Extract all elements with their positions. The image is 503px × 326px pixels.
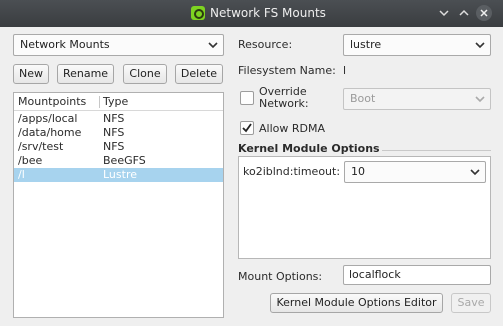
allow-rdma-label: Allow RDMA bbox=[259, 122, 325, 135]
save-button[interactable]: Save bbox=[451, 293, 491, 313]
table-row-selected[interactable]: /l Lustre bbox=[14, 168, 223, 182]
row-type: NFS bbox=[103, 112, 125, 125]
row-type: BeeGFS bbox=[103, 154, 146, 167]
resource-select[interactable]: lustre bbox=[343, 34, 491, 56]
network-fs-mounts-window: Network FS Mounts Network Mounts New Ren… bbox=[0, 0, 503, 326]
window-title: Network FS Mounts bbox=[210, 6, 326, 20]
minimize-button[interactable] bbox=[436, 5, 452, 21]
network-label: Network: bbox=[259, 97, 309, 110]
row-type: NFS bbox=[103, 140, 125, 153]
row-type: Lustre bbox=[103, 168, 137, 181]
table-row[interactable]: /bee BeeGFS bbox=[14, 154, 223, 168]
column-divider bbox=[99, 96, 100, 108]
network-select[interactable]: Boot bbox=[343, 88, 491, 110]
maximize-icon bbox=[459, 9, 469, 16]
table-row[interactable]: /data/home NFS bbox=[14, 126, 223, 140]
resource-label: Resource: bbox=[238, 38, 293, 51]
mount-options-input[interactable]: localflock bbox=[343, 265, 491, 285]
kernel-module-options-editor-button[interactable]: Kernel Module Options Editor bbox=[270, 293, 443, 313]
minimize-icon bbox=[439, 10, 449, 17]
row-mountpoint: /bee bbox=[18, 154, 43, 167]
table-header: Mountpoints Type bbox=[14, 93, 223, 111]
allow-rdma-checkbox[interactable] bbox=[240, 121, 254, 135]
rename-button[interactable]: Rename bbox=[57, 64, 114, 84]
mount-options-label: Mount Options: bbox=[238, 270, 323, 283]
kmod-option-value: 10 bbox=[351, 165, 365, 178]
app-logo-icon bbox=[191, 6, 205, 20]
filesystem-name-value: l bbox=[343, 64, 347, 77]
row-mountpoint: /srv/test bbox=[18, 140, 64, 153]
table-row[interactable]: /srv/test NFS bbox=[14, 140, 223, 154]
chevron-down-icon bbox=[475, 96, 485, 103]
checkmark-icon bbox=[242, 123, 252, 133]
chevron-down-icon bbox=[208, 42, 218, 49]
filesystem-name-label: Filesystem Name: bbox=[238, 64, 336, 77]
delete-button[interactable]: Delete bbox=[175, 64, 223, 84]
title-bar: Network FS Mounts bbox=[0, 0, 503, 27]
row-mountpoint: /data/home bbox=[18, 126, 82, 139]
chevron-down-icon bbox=[470, 169, 480, 176]
row-mountpoint: /apps/local bbox=[18, 112, 78, 125]
row-mountpoint: /l bbox=[18, 168, 25, 181]
resource-select-value: lustre bbox=[350, 38, 382, 51]
row-type: NFS bbox=[103, 126, 125, 139]
mount-view-select[interactable]: Network Mounts bbox=[13, 34, 224, 56]
kmod-option-select[interactable]: 10 bbox=[344, 161, 486, 183]
new-button[interactable]: New bbox=[13, 64, 49, 84]
section-divider bbox=[382, 150, 491, 151]
close-button[interactable] bbox=[476, 5, 492, 21]
override-network-checkbox[interactable] bbox=[240, 91, 254, 105]
kmod-option-label: ko2iblnd:timeout: bbox=[243, 165, 341, 178]
mounts-table[interactable]: Mountpoints Type /apps/local NFS /data/h… bbox=[13, 92, 224, 318]
column-header-mountpoints[interactable]: Mountpoints bbox=[18, 95, 86, 108]
kernel-module-options-panel: ko2iblnd:timeout: 10 bbox=[238, 156, 491, 259]
kernel-module-options-heading: Kernel Module Options bbox=[238, 142, 380, 155]
clone-button[interactable]: Clone bbox=[123, 64, 167, 84]
mount-view-select-value: Network Mounts bbox=[20, 38, 110, 51]
chevron-down-icon bbox=[475, 42, 485, 49]
network-select-value: Boot bbox=[350, 92, 376, 105]
maximize-button[interactable] bbox=[456, 5, 472, 21]
column-header-type[interactable]: Type bbox=[103, 95, 128, 108]
table-row[interactable]: /apps/local NFS bbox=[14, 112, 223, 126]
close-icon bbox=[480, 9, 488, 17]
mount-options-value: localflock bbox=[349, 268, 401, 281]
